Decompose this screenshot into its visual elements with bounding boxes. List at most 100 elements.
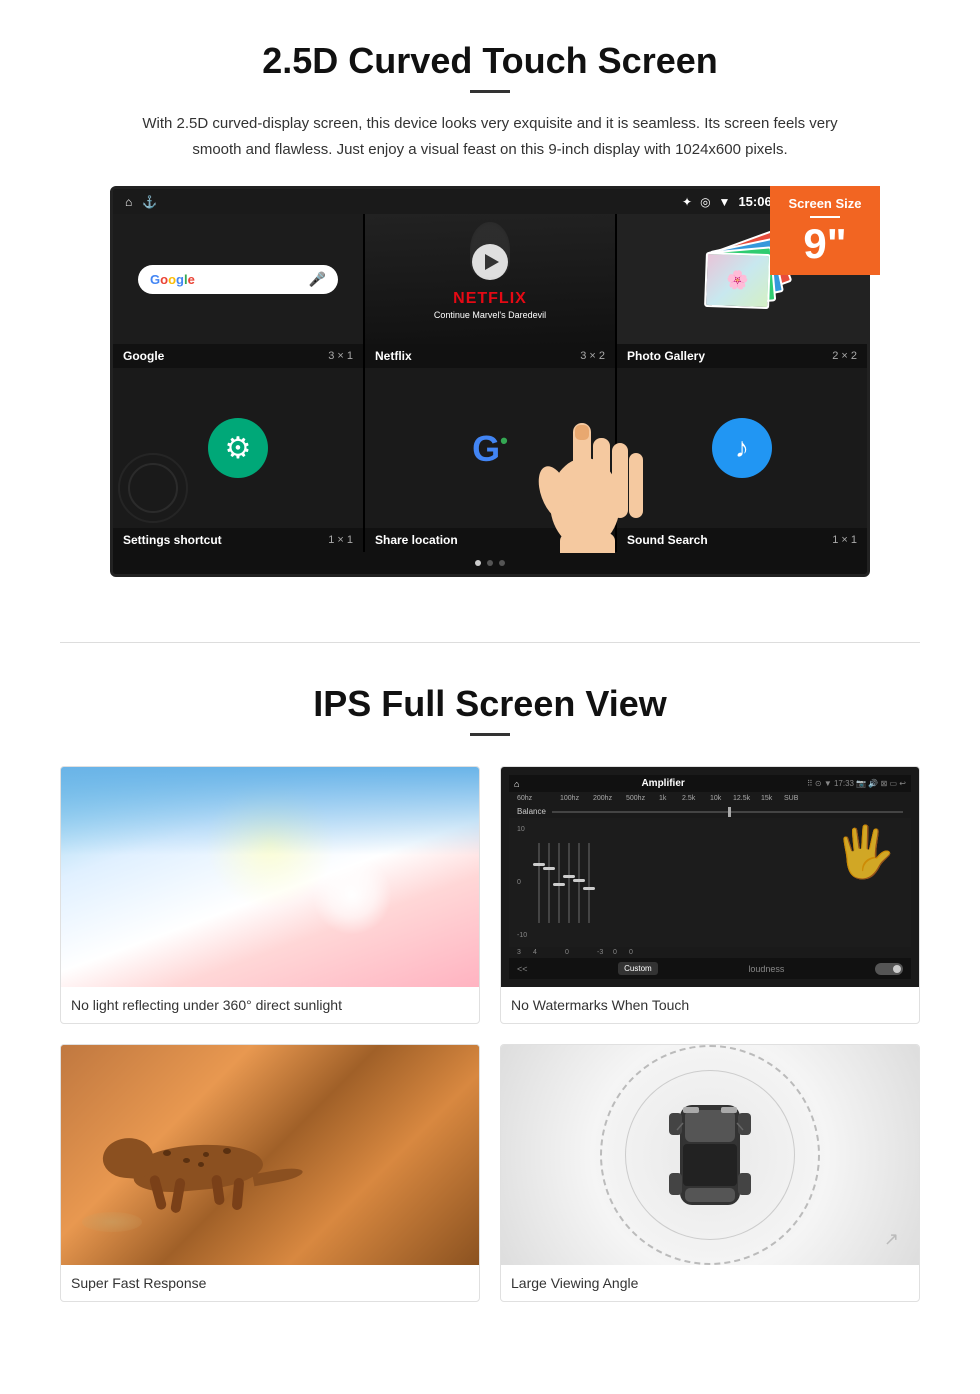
google-logo: Google bbox=[150, 272, 195, 287]
amp-scale-row: 3 4 0 -3 0 0 bbox=[509, 947, 911, 958]
curved-section: 2.5D Curved Touch Screen With 2.5D curve… bbox=[0, 0, 980, 602]
eq-freq-label-15k: 15k bbox=[761, 795, 776, 802]
eq-freq-label-2k5: 2.5k bbox=[682, 795, 702, 802]
settings-gear-icon: ⚙ bbox=[225, 431, 252, 466]
pagination-dots bbox=[113, 552, 867, 574]
amp-custom-btn[interactable]: Custom bbox=[618, 962, 658, 975]
maps-icon-container: G• bbox=[472, 430, 508, 467]
car-caption: Large Viewing Angle bbox=[501, 1265, 919, 1301]
amp-loudness-label: loudness bbox=[748, 964, 784, 974]
title-divider bbox=[470, 90, 510, 93]
eq-freq-label-1k: 1k bbox=[659, 795, 674, 802]
cheetah-silhouette bbox=[103, 1130, 303, 1210]
badge-divider bbox=[810, 216, 840, 218]
netflix-bg: NETFLIX Continue Marvel's Daredevil bbox=[365, 214, 615, 344]
sound-circle: ♪ bbox=[712, 418, 772, 478]
share-label-name: Share location bbox=[375, 533, 458, 547]
mic-icon[interactable]: 🎤 bbox=[309, 271, 326, 288]
google-search-bar[interactable]: Google 🎤 bbox=[138, 265, 338, 294]
spot-5 bbox=[198, 1162, 204, 1167]
car-inner-circle bbox=[625, 1070, 795, 1240]
share-label-size: 1 × 1 bbox=[580, 534, 605, 546]
eq-slider-6[interactable] bbox=[588, 843, 590, 923]
maps-g-letter: G• bbox=[472, 430, 508, 467]
amp-back-btn[interactable]: << bbox=[517, 964, 528, 974]
eq-freq-label-500: 500hz bbox=[626, 795, 651, 802]
google-label-name: Google bbox=[123, 349, 164, 363]
netflix-brand: NETFLIX bbox=[453, 290, 527, 308]
dot-1 bbox=[475, 560, 481, 566]
app-row-2: ⚙ G• bbox=[113, 368, 867, 528]
car-image: ↗ bbox=[501, 1045, 919, 1265]
amp-footer: << Custom loudness bbox=[509, 958, 911, 979]
ips-card-car: ↗ Large Viewing Angle bbox=[500, 1044, 920, 1302]
ips-title-divider bbox=[470, 733, 510, 736]
eq-track-3 bbox=[558, 843, 560, 923]
sun-glow bbox=[312, 855, 392, 935]
spot-3 bbox=[203, 1152, 209, 1157]
share-app-cell[interactable]: G• bbox=[365, 368, 615, 528]
wifi-icon: ▼ bbox=[719, 195, 731, 209]
amp-header: ⌂ Amplifier ⠿ ⊙ ▼ 17:33 📷 🔊 ⊠ ▭ ↩ bbox=[509, 775, 911, 792]
eq-slider-5[interactable] bbox=[578, 843, 580, 923]
sunlight-caption: No light reflecting under 360° direct su… bbox=[61, 987, 479, 1023]
spot-1 bbox=[163, 1150, 171, 1156]
label-row-1-labels: Google 3 × 1 Netflix 3 × 2 Photo Gallery… bbox=[113, 344, 867, 368]
balance-label: Balance bbox=[517, 807, 552, 816]
eq-scale: 10 0 -10 bbox=[517, 826, 532, 939]
device-frame: ⌂ ⚓ ✦ ◎ ▼ 15:06 📷 🔊 ⊠ ▭ bbox=[110, 186, 870, 577]
settings-app-cell[interactable]: ⚙ bbox=[113, 368, 363, 528]
cheetah-image bbox=[61, 1045, 479, 1265]
gallery-card-4: 🌸 bbox=[704, 252, 771, 309]
device-container: Screen Size 9" ⌂ ⚓ ✦ ◎ ▼ 15:06 📷 🔊 ⊠ bbox=[110, 186, 870, 577]
eq-track-2 bbox=[548, 843, 550, 923]
dust-cloud bbox=[82, 1212, 142, 1232]
angle-arrow: ↗ bbox=[884, 1229, 899, 1250]
eq-slider-3[interactable] bbox=[558, 843, 560, 923]
ips-title: IPS Full Screen View bbox=[60, 683, 920, 725]
eq-thumb-6[interactable] bbox=[583, 887, 595, 890]
eq-track-1 bbox=[538, 843, 540, 923]
netflix-subtitle: Continue Marvel's Daredevil bbox=[434, 310, 546, 320]
section-divider bbox=[60, 642, 920, 643]
gallery-label-size: 2 × 2 bbox=[832, 350, 857, 362]
sound-label-name: Sound Search bbox=[627, 533, 708, 547]
netflix-cell[interactable]: NETFLIX Continue Marvel's Daredevil bbox=[365, 214, 615, 344]
amp-title: Amplifier bbox=[641, 778, 684, 789]
usb-icon: ⚓ bbox=[142, 195, 157, 209]
settings-content: ⚙ bbox=[208, 418, 268, 478]
eq-labels-row: 60hz 100hz 200hz 500hz 1k 2.5k 10k 12.5k… bbox=[509, 792, 911, 805]
eq-track-5 bbox=[578, 843, 580, 923]
eq-slider-2[interactable] bbox=[548, 843, 550, 923]
settings-label-bar: Settings shortcut 1 × 1 bbox=[113, 528, 363, 552]
google-label-bar: Google 3 × 1 bbox=[113, 344, 363, 368]
eq-thumb-4[interactable] bbox=[563, 875, 575, 878]
home-icon[interactable]: ⌂ bbox=[125, 195, 132, 209]
screen-badge-size: 9" bbox=[803, 220, 846, 267]
eq-slider-4[interactable] bbox=[568, 843, 570, 923]
cheetah-body bbox=[103, 1130, 458, 1210]
screen-badge-label: Screen Size bbox=[786, 196, 864, 211]
sound-app-cell[interactable]: ♪ bbox=[617, 368, 867, 528]
amp-loudness-toggle[interactable] bbox=[875, 963, 903, 975]
curved-title: 2.5D Curved Touch Screen bbox=[60, 40, 920, 82]
eq-freq-label-sub: SUB bbox=[784, 795, 804, 802]
settings-ghost-circle-2 bbox=[118, 453, 188, 523]
status-time: 15:06 bbox=[738, 194, 771, 209]
eq-thumb-1[interactable] bbox=[533, 863, 545, 866]
netflix-play-icon[interactable] bbox=[472, 244, 508, 280]
spot-2 bbox=[183, 1158, 190, 1163]
dot-2 bbox=[487, 560, 493, 566]
sound-label-size: 1 × 1 bbox=[832, 534, 857, 546]
eq-thumb-3[interactable] bbox=[553, 883, 565, 886]
gps-icon: ◎ bbox=[700, 195, 710, 209]
eq-sliders-area: 10 0 -10 bbox=[509, 818, 911, 947]
google-cell[interactable]: Google 🎤 bbox=[113, 214, 363, 344]
gallery-label-name: Photo Gallery bbox=[627, 349, 705, 363]
eq-freq-label-100: 100hz bbox=[560, 795, 585, 802]
eq-slider-1[interactable] bbox=[538, 843, 540, 923]
ips-card-sunlight: No light reflecting under 360° direct su… bbox=[60, 766, 480, 1024]
eq-thumb-2[interactable] bbox=[543, 867, 555, 870]
eq-thumb-5[interactable] bbox=[573, 879, 585, 882]
netflix-label-size: 3 × 2 bbox=[580, 350, 605, 362]
